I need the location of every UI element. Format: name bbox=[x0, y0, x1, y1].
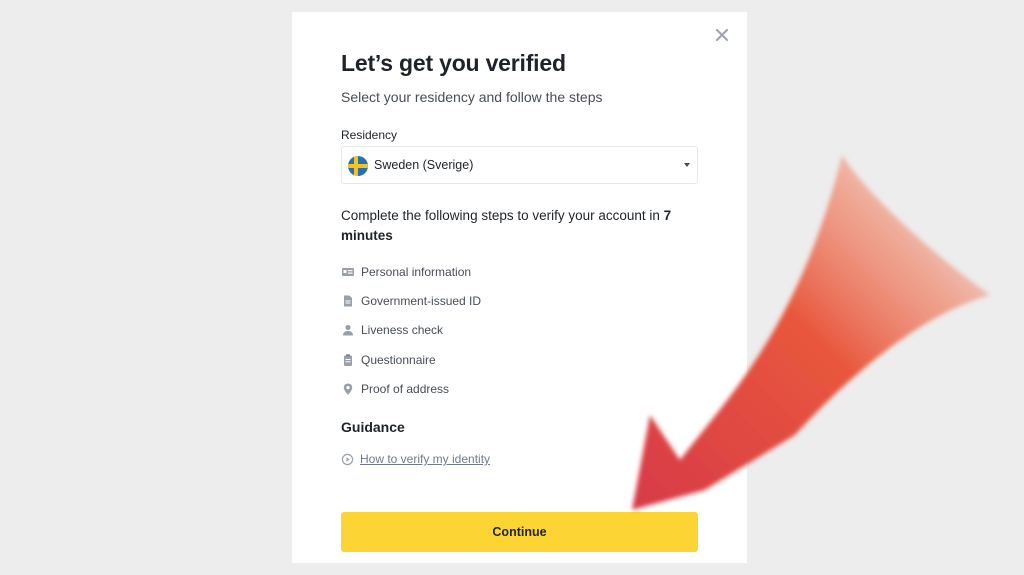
step-label: Questionnaire bbox=[361, 353, 436, 367]
close-icon bbox=[715, 28, 729, 42]
sweden-flag-icon bbox=[348, 156, 368, 176]
step-label: Personal information bbox=[361, 265, 472, 279]
verification-modal: Let’s get you verified Select your resid… bbox=[292, 12, 747, 563]
page-subtitle: Select your residency and follow the ste… bbox=[341, 89, 603, 105]
step-proof-of-address: Proof of address bbox=[341, 381, 449, 397]
continue-button[interactable]: Continue bbox=[341, 512, 698, 552]
clipboard-icon bbox=[344, 354, 352, 366]
step-label: Government-issued ID bbox=[361, 294, 482, 308]
step-liveness-check: Liveness check bbox=[341, 322, 443, 338]
residency-select[interactable]: Sweden (Sverige) bbox=[341, 146, 698, 184]
location-pin-icon bbox=[343, 383, 353, 395]
residency-value: Sweden (Sverige) bbox=[374, 158, 474, 172]
play-circle-icon bbox=[341, 453, 354, 465]
step-government-id: Government-issued ID bbox=[341, 293, 481, 309]
person-icon bbox=[343, 324, 353, 336]
steps-intro: Complete the following steps to verify y… bbox=[341, 206, 686, 246]
residency-label: Residency bbox=[341, 128, 398, 142]
steps-intro-text: Complete the following steps to verify y… bbox=[341, 208, 664, 223]
chevron-down-icon bbox=[684, 163, 690, 167]
close-button[interactable] bbox=[713, 26, 731, 44]
step-questionnaire: Questionnaire bbox=[341, 352, 436, 368]
page-title: Let’s get you verified bbox=[341, 50, 566, 76]
step-label: Liveness check bbox=[361, 323, 444, 337]
step-personal-information: Personal information bbox=[341, 264, 471, 280]
guidance-link[interactable]: How to verify my identity bbox=[341, 452, 490, 466]
document-icon bbox=[344, 295, 352, 307]
guidance-heading: Guidance bbox=[341, 419, 405, 435]
guidance-link-text[interactable]: How to verify my identity bbox=[360, 452, 490, 466]
step-label: Proof of address bbox=[361, 382, 450, 396]
id-card-icon bbox=[342, 268, 354, 276]
